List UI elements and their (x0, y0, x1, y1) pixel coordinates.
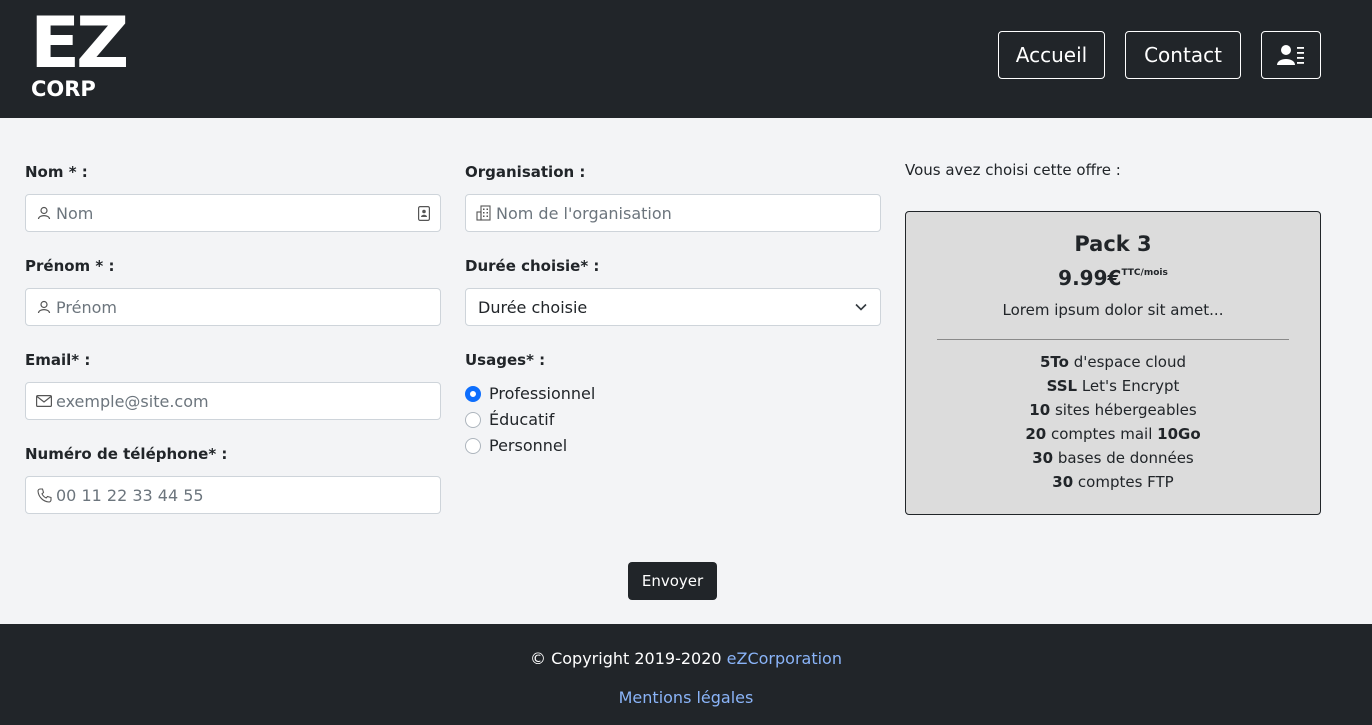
offer-price-value: 9.99€ (1058, 266, 1122, 290)
offer-feature: 20 comptes mail 10Go (906, 422, 1320, 446)
usage-option-personnel[interactable]: Personnel (465, 436, 567, 455)
nav-contact-button[interactable]: Contact (1125, 31, 1241, 79)
prenom-label: Prénom * : (25, 257, 115, 275)
usage-option-label: Éducatif (489, 410, 555, 429)
email-input[interactable] (56, 383, 440, 419)
footer: © Copyright 2019-2020 eZCorporation Ment… (0, 624, 1372, 725)
feature-value: SSL (1046, 377, 1078, 395)
feature-text: Let's Encrypt (1077, 377, 1180, 395)
prenom-field-wrapper (25, 288, 441, 326)
user-account-button[interactable] (1261, 31, 1321, 79)
nom-label: Nom * : (25, 163, 88, 181)
organisation-input[interactable] (496, 195, 880, 231)
nav-home-button[interactable]: Accueil (998, 31, 1105, 79)
feature-text: sites hébergeables (1050, 401, 1197, 419)
header: EZ CORP Accueil Contact (0, 0, 1372, 118)
nom-input[interactable] (56, 195, 408, 231)
person-icon (26, 195, 56, 231)
radio-unchecked[interactable] (465, 437, 481, 454)
usages-label: Usages* : (465, 351, 546, 369)
phone-icon (26, 477, 56, 513)
feature-value: 30 (1032, 449, 1054, 467)
legal-notice-link[interactable]: Mentions légales (619, 688, 754, 707)
duree-select-value: Durée choisie (478, 297, 588, 317)
submit-button[interactable]: Envoyer (628, 562, 717, 600)
offer-feature: 30 comptes FTP (906, 470, 1320, 494)
usage-option-educatif[interactable]: Éducatif (465, 410, 554, 429)
usage-option-label: Professionnel (489, 384, 596, 403)
contact-card-icon (408, 205, 440, 221)
email-label: Email* : (25, 351, 91, 369)
envelope-icon (26, 383, 56, 419)
offer-features: 5To d'espace cloud SSL Let's Encrypt 10 … (906, 350, 1320, 494)
prenom-input[interactable] (56, 289, 440, 325)
company-link[interactable]: eZCorporation (727, 649, 842, 668)
legal-notice: Mentions légales (0, 688, 1372, 707)
telephone-field-wrapper (25, 476, 441, 514)
offer-price: 9.99€TTC/mois (906, 266, 1320, 290)
telephone-input[interactable] (56, 477, 440, 513)
logo-ez: EZ (30, 2, 129, 84)
radio-checked[interactable] (465, 385, 481, 402)
copyright-text: © Copyright 2019-2020 (530, 649, 727, 668)
offer-name: Pack 3 (1074, 232, 1152, 256)
offer-card: Pack 3 9.99€TTC/mois Lorem ipsum dolor s… (905, 211, 1321, 515)
offer-description: Lorem ipsum dolor sit amet... (1002, 301, 1224, 319)
offer-feature: SSL Let's Encrypt (906, 374, 1320, 398)
email-field-wrapper (25, 382, 441, 420)
copyright: © Copyright 2019-2020 eZCorporation (0, 649, 1372, 668)
offer-feature: 30 bases de données (906, 446, 1320, 470)
person-icon (26, 289, 56, 325)
feature-value: 10 (1029, 401, 1051, 419)
usage-option-professionnel[interactable]: Professionnel (465, 384, 595, 403)
offer-feature: 10 sites hébergeables (906, 398, 1320, 422)
user-list-icon (1277, 45, 1304, 65)
telephone-label: Numéro de téléphone* : (25, 445, 228, 463)
organisation-field-wrapper (465, 194, 881, 232)
chevron-down-icon (842, 303, 880, 311)
feature-value: 30 (1052, 473, 1074, 491)
offer-feature: 5To d'espace cloud (906, 350, 1320, 374)
offer-intro-text: Vous avez choisi cette offre : (905, 161, 1121, 179)
duree-label: Durée choisie* : (465, 257, 600, 275)
feature-text: d'espace cloud (1068, 353, 1187, 371)
radio-unchecked[interactable] (465, 411, 481, 428)
feature-value: 10Go (1157, 425, 1201, 443)
offer-divider (937, 339, 1289, 340)
feature-value: 5To (1039, 353, 1069, 371)
feature-text: bases de données (1053, 449, 1194, 467)
usage-option-label: Personnel (489, 436, 568, 455)
feature-value: 20 (1025, 425, 1047, 443)
nom-field-wrapper (25, 194, 441, 232)
logo-corp: CORP (31, 77, 96, 101)
offer-price-unit: TTC/mois (1121, 268, 1168, 278)
organisation-label: Organisation : (465, 163, 586, 181)
duree-select[interactable]: Durée choisie (465, 288, 881, 326)
logo[interactable]: EZ CORP (30, 8, 129, 101)
building-icon (466, 195, 496, 231)
feature-text: comptes mail (1046, 425, 1158, 443)
feature-text: comptes FTP (1073, 473, 1174, 491)
